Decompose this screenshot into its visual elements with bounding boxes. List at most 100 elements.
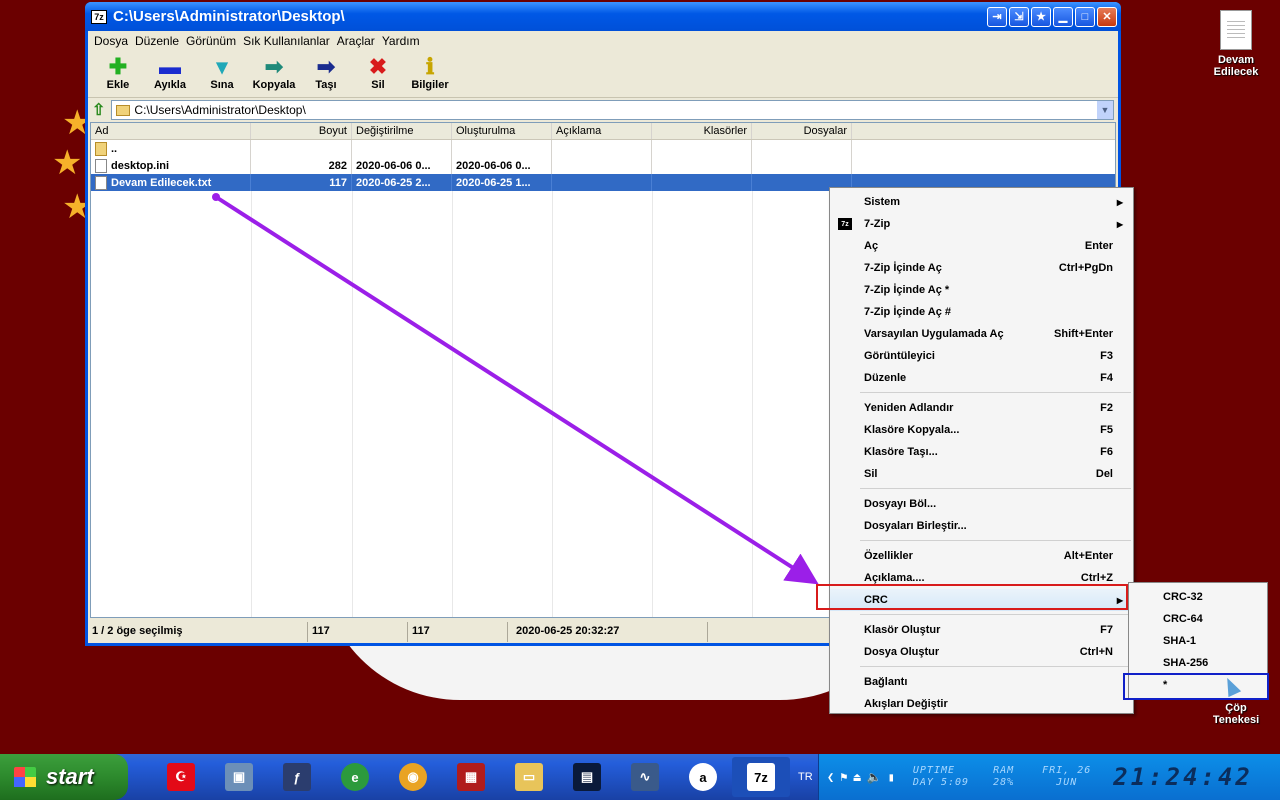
col-name[interactable]: Ad xyxy=(91,123,251,139)
context-menu-item[interactable]: Düzenle F4 xyxy=(830,367,1133,389)
sevenzip-app[interactable]: 7z xyxy=(732,757,790,797)
menu-item-label: Bağlantı xyxy=(864,676,908,688)
folder-icon: ▭ xyxy=(515,763,543,791)
col-created[interactable]: Oluşturulma xyxy=(452,123,552,139)
chromium-app[interactable]: ◉ xyxy=(384,757,442,797)
menu-yardim[interactable]: Yardım xyxy=(382,34,427,48)
system-tool-app[interactable]: ▣ xyxy=(210,757,268,797)
menu-item-shortcut: Shift+Enter xyxy=(1054,328,1113,340)
context-menu-item[interactable]: Klasöre Taşı... F6 xyxy=(830,441,1133,463)
info-label: Bilgiler xyxy=(411,79,449,91)
cell-name: .. xyxy=(111,142,118,155)
avast-app[interactable]: a xyxy=(674,757,732,797)
crc-menu-item[interactable]: CRC-64 xyxy=(1129,608,1267,630)
col-modified[interactable]: Değiştirilme xyxy=(352,123,452,139)
context-menu-item[interactable]: 7-Zip İçinde Aç * xyxy=(830,279,1133,301)
plus-icon: ✚ xyxy=(108,54,128,79)
desktop-icon-recycle-bin[interactable]: Çöp Tenekesi xyxy=(1196,702,1276,726)
menu-bar: Dosya Düzenle Görünüm Sık Kullanılanlar … xyxy=(88,31,1118,51)
pin-button[interactable]: ★ xyxy=(1031,6,1051,27)
chevron-left-icon[interactable]: ❮ xyxy=(827,770,834,784)
browser-app[interactable]: e xyxy=(326,757,384,797)
context-menu-item[interactable]: Sil Del xyxy=(830,463,1133,485)
system-tray: ❮ ⚑ ⏏ 🔈 ▮ UPTIME DAY 5:09 RAM 28% FRI, 2… xyxy=(818,754,1280,800)
col-folders[interactable]: Klasörler xyxy=(652,123,752,139)
context-menu-item[interactable]: Klasöre Kopyala... F5 xyxy=(830,419,1133,441)
explorer-app[interactable]: ▭ xyxy=(500,757,558,797)
table-row[interactable]: .. xyxy=(91,140,1115,157)
flag-icon[interactable]: ⚑ xyxy=(840,770,847,784)
extract-button[interactable]: ▬ Ayıkla xyxy=(144,51,196,97)
menu-item-label: Açıklama.... xyxy=(864,572,925,584)
address-input[interactable]: C:\Users\Administrator\Desktop\ ▼ xyxy=(111,100,1114,120)
test-button[interactable]: ▾ Sına xyxy=(196,51,248,97)
title-bar[interactable]: 7z C:\Users\Administrator\Desktop\ ⇥ ⇲ ★… xyxy=(85,2,1121,31)
browser-icon: ◉ xyxy=(399,763,427,791)
menu-item-label: 7-Zip İçinde Aç * xyxy=(864,284,950,296)
network-icon[interactable]: ▮ xyxy=(888,770,895,784)
context-menu-item[interactable]: Klasör Oluştur F7 xyxy=(830,619,1133,641)
crc-menu-item[interactable]: CRC-32 xyxy=(1129,586,1267,608)
roll-up-button[interactable]: ⇲ xyxy=(1009,6,1029,27)
menu-araclar[interactable]: Araçlar xyxy=(337,34,382,48)
delete-button[interactable]: ✖ Sil xyxy=(352,51,404,97)
context-menu-item[interactable]: 7-Zip İçinde Aç # xyxy=(830,301,1133,323)
uptime-label: UPTIME xyxy=(912,765,956,776)
fsviewer-app[interactable]: ƒ xyxy=(268,757,326,797)
context-menu-item[interactable]: Bağlantı xyxy=(830,671,1133,693)
chevron-down-icon[interactable]: ▼ xyxy=(1097,101,1113,119)
context-menu-item[interactable]: 7z 7-Zip ▶ xyxy=(830,213,1133,235)
desktop-icon-devam-edilecek[interactable]: Devam Edilecek xyxy=(1196,10,1276,78)
table-row[interactable]: desktop.ini 282 2020-06-06 0... 2020-06-… xyxy=(91,157,1115,174)
context-menu-item[interactable]: Yeniden Adlandır F2 xyxy=(830,397,1133,419)
menu-favorites[interactable]: Sık Kullanılanlar xyxy=(243,34,337,48)
context-menu: Sistem ▶ 7z 7-Zip ▶ Aç Enter 7-Zip İçinde Aç Ctr… xyxy=(829,187,1134,714)
col-comment[interactable]: Açıklama xyxy=(552,123,652,139)
monitor-app[interactable]: ∿ xyxy=(616,757,674,797)
address-text: C:\Users\Administrator\Desktop\ xyxy=(134,103,306,117)
media-app[interactable]: ▦ xyxy=(442,757,500,797)
col-files[interactable]: Dosyalar xyxy=(752,123,852,139)
terminal-app[interactable]: ▤ xyxy=(558,757,616,797)
context-menu-item[interactable]: Akışları Değiştir xyxy=(830,693,1133,715)
start-button[interactable]: start xyxy=(0,754,128,800)
add-button[interactable]: ✚ Ekle xyxy=(92,51,144,97)
usb-icon[interactable]: ⏏ xyxy=(853,770,860,784)
menu-dosya[interactable]: Dosya xyxy=(94,34,135,48)
menu-gorunum[interactable]: Görünüm xyxy=(186,34,243,48)
context-menu-item[interactable]: Sistem ▶ xyxy=(830,191,1133,213)
context-menu-item[interactable]: Dosyayı Böl... xyxy=(830,493,1133,515)
menu-item-shortcut: Ctrl+Z xyxy=(1080,572,1113,584)
window-title: C:\Users\Administrator\Desktop\ xyxy=(113,8,345,25)
clock[interactable]: 21:24:42 xyxy=(1113,763,1253,791)
context-menu-item[interactable]: Dosya Oluştur Ctrl+N xyxy=(830,641,1133,663)
move-button[interactable]: ➡ Taşı xyxy=(300,51,352,97)
context-menu-item[interactable]: 7-Zip İçinde Aç Ctrl+PgDn xyxy=(830,257,1133,279)
minimize-button[interactable]: ▁ xyxy=(1053,6,1073,27)
context-menu-item[interactable]: Aç Enter xyxy=(830,235,1133,257)
language-indicator[interactable]: TR xyxy=(798,771,813,783)
turkey-flag-app[interactable]: ☪ xyxy=(152,757,210,797)
up-folder-icon[interactable]: ⇧ xyxy=(92,100,105,120)
menu-item-label: Klasöre Kopyala... xyxy=(864,424,960,436)
highlight-box-blue xyxy=(1123,673,1269,700)
crc-menu-item[interactable]: SHA-256 xyxy=(1129,652,1267,674)
maximize-button[interactable]: □ xyxy=(1075,6,1095,27)
crc-menu-item[interactable]: SHA-1 xyxy=(1129,630,1267,652)
cell-name: desktop.ini xyxy=(111,159,170,172)
info-button[interactable]: ℹ Bilgiler xyxy=(404,51,456,97)
context-menu-item[interactable]: Görüntüleyici F3 xyxy=(830,345,1133,367)
menu-duzenle[interactable]: Düzenle xyxy=(135,34,186,48)
col-size[interactable]: Boyut xyxy=(251,123,352,139)
copy-button[interactable]: ➡ Kopyala xyxy=(248,51,300,97)
text-file-icon xyxy=(95,175,107,190)
close-button[interactable]: ✕ xyxy=(1097,6,1117,27)
address-bar: ⇧ C:\Users\Administrator\Desktop\ ▼ xyxy=(88,98,1118,122)
volume-icon[interactable]: 🔈 xyxy=(867,770,882,784)
context-menu-item[interactable]: Varsayılan Uygulamada Aç Shift+Enter xyxy=(830,323,1133,345)
context-menu-item[interactable]: Dosyaları Birleştir... xyxy=(830,515,1133,537)
menu-separator xyxy=(860,488,1131,489)
context-menu-item[interactable]: Özellikler Alt+Enter xyxy=(830,545,1133,567)
cell-size: 117 xyxy=(251,174,352,191)
tray-minimize-button[interactable]: ⇥ xyxy=(987,6,1007,27)
